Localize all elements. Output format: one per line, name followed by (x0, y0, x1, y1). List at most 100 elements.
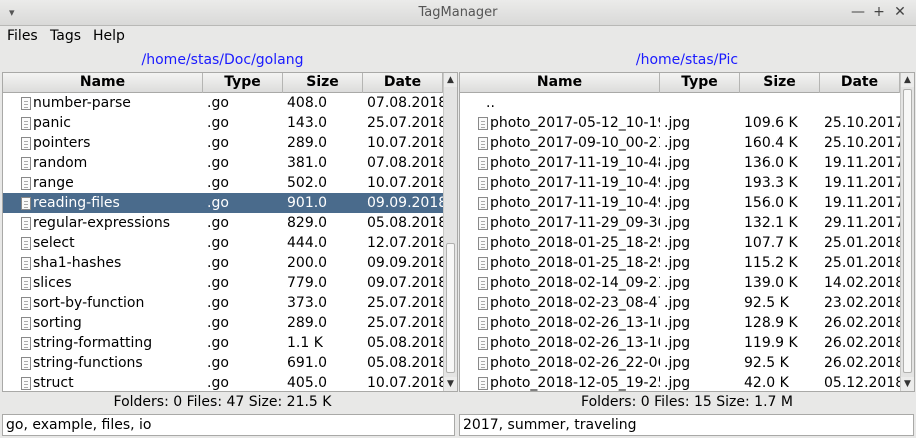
left-col-type[interactable]: Type (203, 73, 283, 93)
file-name: photo_2017-09-10_00-21- (490, 135, 660, 151)
file-icon (478, 357, 488, 370)
menu-help[interactable]: Help (93, 28, 125, 44)
right-file-list[interactable]: Name Type Size Date .. photo_2017-05-12_… (459, 72, 915, 392)
file-type: .jpg (664, 135, 691, 151)
file-row[interactable]: string-formatting .go 1.1 K 05.08.2018 (3, 333, 457, 353)
file-type: .jpg (664, 115, 691, 131)
menu-tags[interactable]: Tags (50, 28, 81, 44)
file-date: 29.11.2017 (824, 215, 905, 231)
file-row[interactable]: photo_2018-02-26_22-06- .jpg 92.5 K 26.02.2… (460, 353, 914, 373)
file-date: 25.07.2018 (367, 315, 448, 331)
file-date: 26.02.2018 (824, 355, 905, 371)
right-col-size[interactable]: Size (740, 73, 820, 93)
file-type: .jpg (664, 295, 691, 311)
file-icon (21, 297, 31, 310)
file-type: .go (207, 175, 229, 191)
file-row[interactable]: photo_2017-11-19_10-49- .jpg 193.3 K 19.11.… (460, 173, 914, 193)
file-size: 92.5 K (744, 355, 789, 371)
right-col-date[interactable]: Date (820, 73, 900, 93)
parent-dir-row[interactable]: .. (460, 93, 914, 113)
file-row[interactable]: slices .go 779.0 09.07.2018 (3, 273, 457, 293)
file-type: .jpg (664, 275, 691, 291)
file-row[interactable]: sha1-hashes .go 200.0 09.09.2018 (3, 253, 457, 273)
file-type: .go (207, 235, 229, 251)
file-icon (21, 237, 31, 250)
file-row[interactable]: pointers .go 289.0 10.07.2018 (3, 133, 457, 153)
file-name: string-functions (33, 355, 143, 371)
file-row[interactable]: reading-files .go 901.0 09.09.2018 (3, 193, 457, 213)
maximize-icon[interactable]: + (872, 4, 886, 20)
right-col-type[interactable]: Type (660, 73, 740, 93)
close-icon[interactable]: ✕ (893, 4, 907, 20)
file-row[interactable]: photo_2017-09-10_00-21- .jpg 160.4 K 25.10.… (460, 133, 914, 153)
file-name: reading-files (33, 195, 120, 211)
left-col-date[interactable]: Date (363, 73, 443, 93)
file-row[interactable]: photo_2017-05-12_10-19- .jpg 109.6 K 25.10.… (460, 113, 914, 133)
file-size: 691.0 (287, 355, 328, 371)
file-name: number-parse (33, 95, 131, 111)
file-type: .go (207, 215, 229, 231)
scroll-up-icon[interactable]: ▲ (444, 73, 457, 87)
file-date: 09.09.2018 (367, 255, 448, 271)
file-size: 901.0 (287, 195, 328, 211)
file-icon (21, 97, 31, 110)
file-row[interactable]: sort-by-function .go 373.0 25.07.2018 (3, 293, 457, 313)
right-scrollbar[interactable]: ▲ ▼ (900, 73, 914, 391)
file-icon (478, 297, 488, 310)
file-icon (21, 257, 31, 270)
file-row[interactable]: range .go 502.0 10.07.2018 (3, 173, 457, 193)
file-row[interactable]: photo_2017-11-19_10-48- .jpg 136.0 K 19.11.… (460, 153, 914, 173)
right-table-header: Name Type Size Date (460, 73, 914, 93)
file-name: photo_2017-11-29_09-30- (490, 215, 660, 231)
file-row[interactable]: string-functions .go 691.0 05.08.2018 (3, 353, 457, 373)
right-tags-field[interactable]: 2017, summer, traveling (459, 414, 914, 436)
file-type: .jpg (664, 335, 691, 351)
file-row[interactable]: struct .go 405.0 10.07.2018 (3, 373, 457, 391)
file-row[interactable]: photo_2017-11-19_10-49- .jpg 156.0 K 19.11.… (460, 193, 914, 213)
file-row[interactable]: number-parse .go 408.0 07.08.2018 (3, 93, 457, 113)
file-row[interactable]: random .go 381.0 07.08.2018 (3, 153, 457, 173)
file-icon (21, 377, 31, 390)
file-name: photo_2018-02-23_08-47- (490, 295, 660, 311)
file-row[interactable]: photo_2018-02-26_13-10- .jpg 128.9 K 26.02.… (460, 313, 914, 333)
file-date: 12.07.2018 (367, 235, 448, 251)
left-scrollbar[interactable]: ▲ ▼ (443, 73, 457, 391)
scroll-down-icon[interactable]: ▼ (444, 377, 457, 391)
file-date: 07.08.2018 (367, 155, 448, 171)
scroll-down-icon[interactable]: ▼ (901, 377, 914, 391)
file-row[interactable]: photo_2017-11-29_09-30- .jpg 132.1 K 29.11.… (460, 213, 914, 233)
file-row[interactable]: sorting .go 289.0 25.07.2018 (3, 313, 457, 333)
file-name: photo_2018-02-26_13-10- (490, 335, 660, 351)
file-row[interactable]: photo_2018-01-25_18-29- .jpg 107.7 K 25.01.… (460, 233, 914, 253)
file-row[interactable]: panic .go 143.0 25.07.2018 (3, 113, 457, 133)
left-summary: Folders: 0 Files: 47 Size: 21.5 K (113, 394, 332, 410)
left-col-size[interactable]: Size (283, 73, 363, 93)
file-size: 200.0 (287, 255, 328, 271)
file-row[interactable]: photo_2018-02-23_08-47- .jpg 92.5 K 23.02.2… (460, 293, 914, 313)
file-icon (478, 237, 488, 250)
file-size: 136.0 K (744, 155, 798, 171)
scroll-up-icon[interactable]: ▲ (901, 73, 914, 87)
menu-files[interactable]: Files (7, 28, 38, 44)
minimize-icon[interactable]: — (851, 4, 865, 20)
file-icon (21, 277, 31, 290)
file-type: .go (207, 135, 229, 151)
right-col-name[interactable]: Name (460, 73, 660, 93)
file-row[interactable]: photo_2018-02-26_13-10- .jpg 119.9 K 26.02.… (460, 333, 914, 353)
file-row[interactable]: regular-expressions .go 829.0 05.08.2018 (3, 213, 457, 233)
file-name: photo_2018-02-14_09-21- (490, 275, 660, 291)
left-scroll-thumb[interactable] (446, 243, 455, 373)
left-file-list[interactable]: Name Type Size Date number-parse .go 408.0… (2, 72, 458, 392)
file-row[interactable]: select .go 444.0 12.07.2018 (3, 233, 457, 253)
file-icon (21, 117, 31, 130)
file-size: 160.4 K (744, 135, 798, 151)
file-row[interactable]: photo_2018-02-14_09-21- .jpg 139.0 K 14.02.… (460, 273, 914, 293)
left-table-header: Name Type Size Date (3, 73, 457, 93)
file-type: .jpg (664, 195, 691, 211)
left-col-name[interactable]: Name (3, 73, 203, 93)
left-tags-field[interactable]: go, example, files, io (2, 414, 455, 436)
right-scroll-thumb[interactable] (903, 89, 912, 373)
file-type: .go (207, 375, 229, 391)
file-row[interactable]: photo_2018-01-25_18-29- .jpg 115.2 K 25.01.… (460, 253, 914, 273)
file-row[interactable]: photo_2018-12-05_19-25- .jpg 42.0 K 05.12.2… (460, 373, 914, 391)
